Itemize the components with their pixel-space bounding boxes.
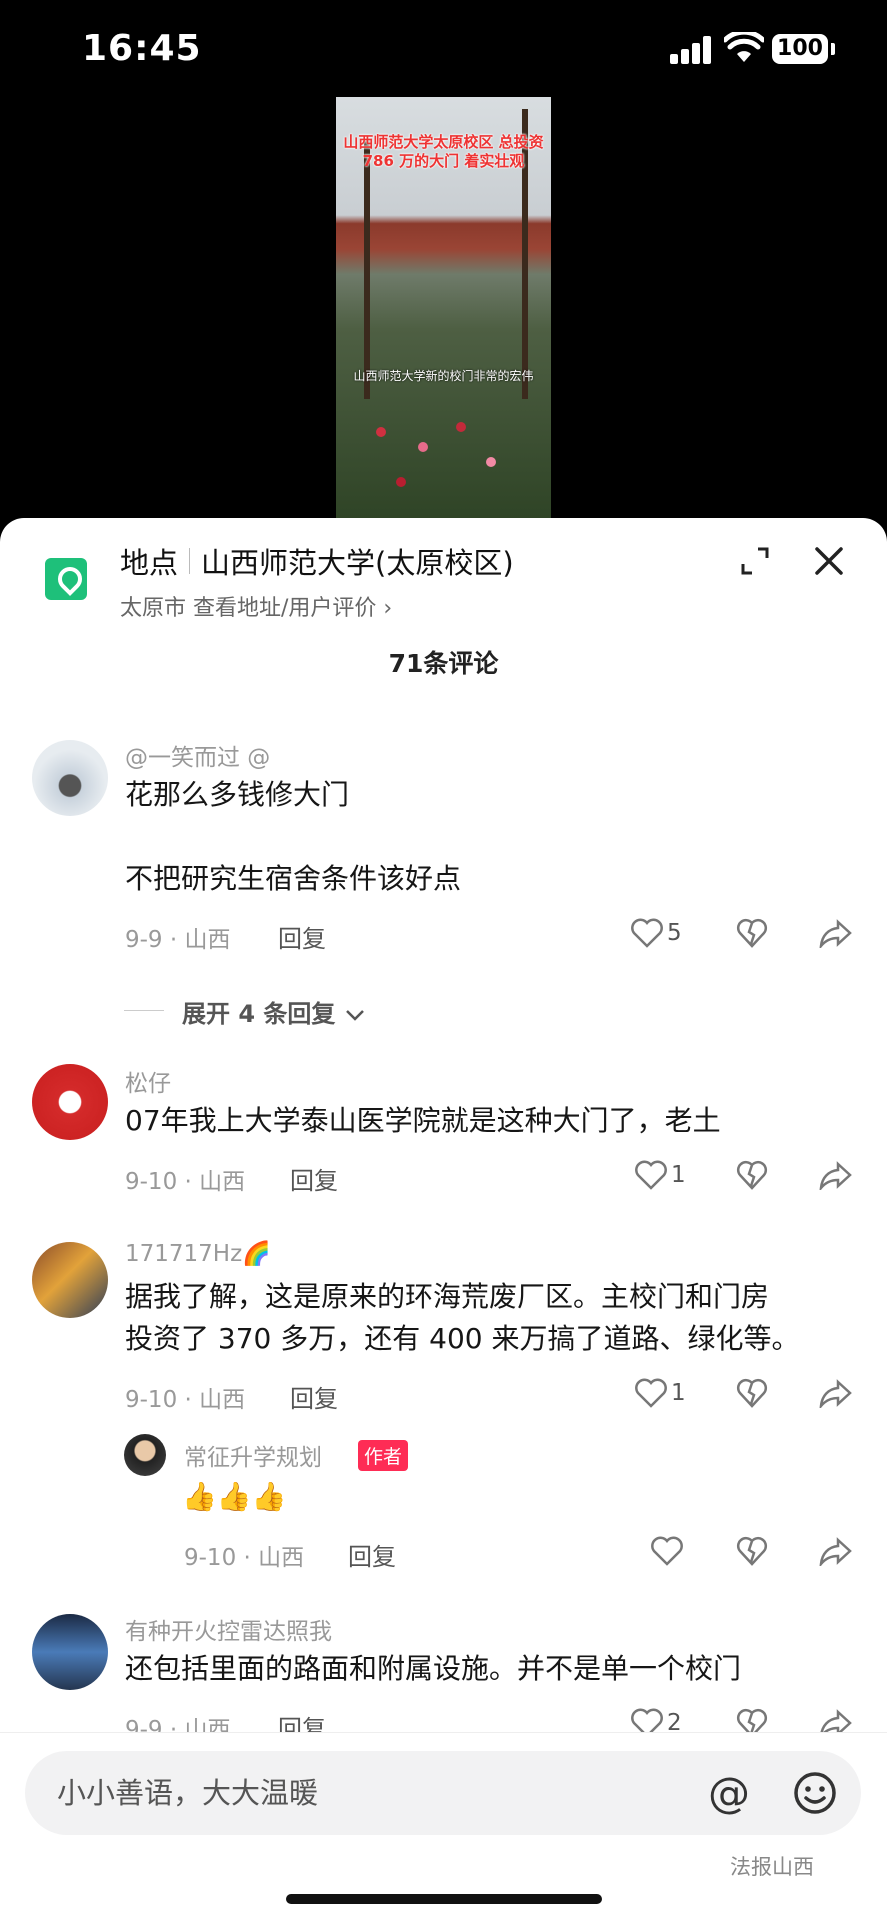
comment-count: 71条评论 [388, 649, 499, 678]
chevron-down-icon [345, 1010, 364, 1021]
video-player[interactable]: 山西师范大学太原校区 总投资 786 万的大门 着实壮观 山西师范大学新的校门非… [336, 97, 551, 519]
location-pin-icon [45, 558, 87, 600]
divider [124, 1010, 164, 1011]
flower [486, 457, 496, 467]
heart-icon[interactable] [630, 918, 664, 948]
battery-nub [831, 43, 835, 55]
comment-input[interactable] [57, 1769, 657, 1817]
avatar[interactable] [124, 1434, 166, 1476]
flower [418, 442, 428, 452]
comment-sheet: 地点 山西师范大学(太原校区) 太原市 查看地址/用户评价 › 71条评论 @一… [0, 518, 887, 1920]
reply-button[interactable]: 回复 [290, 1379, 338, 1414]
share-icon[interactable] [818, 1536, 854, 1566]
expand-replies-label: 展开 4 条回复 [182, 1000, 336, 1028]
avatar[interactable] [32, 1242, 108, 1318]
battery-icon: 100 [772, 34, 828, 64]
comment-input-bar: @ 法报山西 [0, 1732, 887, 1920]
status-time: 16:45 [82, 28, 202, 69]
author-badge: 作者 [358, 1440, 409, 1471]
flower [396, 477, 406, 487]
tree [364, 139, 370, 399]
dislike-icon[interactable] [736, 1536, 768, 1566]
share-icon[interactable] [818, 918, 854, 948]
location-sub-link[interactable]: 太原市 查看地址/用户评价 › [120, 590, 392, 622]
home-indicator[interactable] [286, 1894, 602, 1904]
comment-meta: 9-9 · 山西 [125, 927, 231, 953]
comment-text: 据我了解，这是原来的环海荒废厂区。主校门和门房 [125, 1280, 770, 1313]
dislike-icon[interactable] [736, 1160, 768, 1190]
emoji-icon[interactable] [791, 1769, 839, 1817]
expand-icon[interactable] [740, 546, 770, 576]
avatar[interactable] [32, 1614, 108, 1690]
reply-button[interactable]: 回复 [278, 919, 326, 954]
video-caption-bottom: 山西师范大学新的校门非常的宏伟 [353, 369, 534, 383]
comment-meta: 9-10 · 山西 [125, 1387, 246, 1413]
avatar[interactable] [32, 740, 108, 816]
close-icon[interactable] [812, 544, 846, 578]
comment-username[interactable]: 松仔 [125, 1064, 171, 1098]
comment-text: 花那么多钱修大门 [125, 778, 350, 811]
divider [189, 548, 190, 574]
at-icon[interactable]: @ [705, 1769, 753, 1817]
share-icon[interactable] [818, 1160, 854, 1190]
status-bar: 16:45 100 [0, 0, 887, 100]
heart-icon[interactable] [650, 1536, 684, 1566]
reply-button[interactable]: 回复 [348, 1537, 396, 1572]
comment-text: 不把研究生宿舍条件该好点 [125, 862, 462, 895]
location-label[interactable]: 地点 [120, 540, 178, 582]
expand-replies-button[interactable]: 展开 4 条回复 [182, 994, 366, 1029]
comment-text: 投资了 370 多万，还有 400 来万搞了道路、绿化等。 [125, 1322, 800, 1355]
share-icon[interactable] [818, 1378, 854, 1408]
heart-icon[interactable] [634, 1160, 668, 1190]
signal-icon [670, 36, 714, 64]
comment-text: 还包括里面的路面和附属设施。并不是单一个校门 [125, 1652, 742, 1685]
flower [456, 422, 466, 432]
comment-input-box[interactable]: @ [25, 1751, 861, 1835]
comment-text: 07年我上大学泰山医学院就是这种大门了，老土 [125, 1104, 721, 1137]
comment-meta: 9-10 · 山西 [125, 1169, 246, 1195]
flower [376, 427, 386, 437]
comment-username[interactable]: 171717Hz🌈 [125, 1240, 271, 1267]
reply-text: 👍👍👍 [182, 1480, 287, 1513]
heart-icon[interactable] [634, 1378, 668, 1408]
like-count: 5 [667, 920, 682, 946]
like-count: 1 [671, 1380, 686, 1406]
wifi-icon [724, 32, 764, 62]
comment-username[interactable]: @一笑而过 @ [125, 738, 270, 772]
reply-button[interactable]: 回复 [290, 1161, 338, 1196]
comment-username[interactable]: 有种开火控雷达照我 [125, 1612, 332, 1646]
dislike-icon[interactable] [736, 918, 768, 948]
avatar[interactable] [32, 1064, 108, 1140]
reply-meta: 9-10 · 山西 [184, 1545, 305, 1571]
location-name[interactable]: 山西师范大学(太原校区) [201, 540, 514, 582]
dislike-icon[interactable] [736, 1378, 768, 1408]
reply-username[interactable]: 常征升学规划 [184, 1438, 322, 1472]
watermark: 法报山西 [730, 1855, 814, 1879]
like-count: 1 [671, 1162, 686, 1188]
video-caption-top: 山西师范大学太原校区 总投资 786 万的大门 着实壮观 [343, 133, 544, 170]
